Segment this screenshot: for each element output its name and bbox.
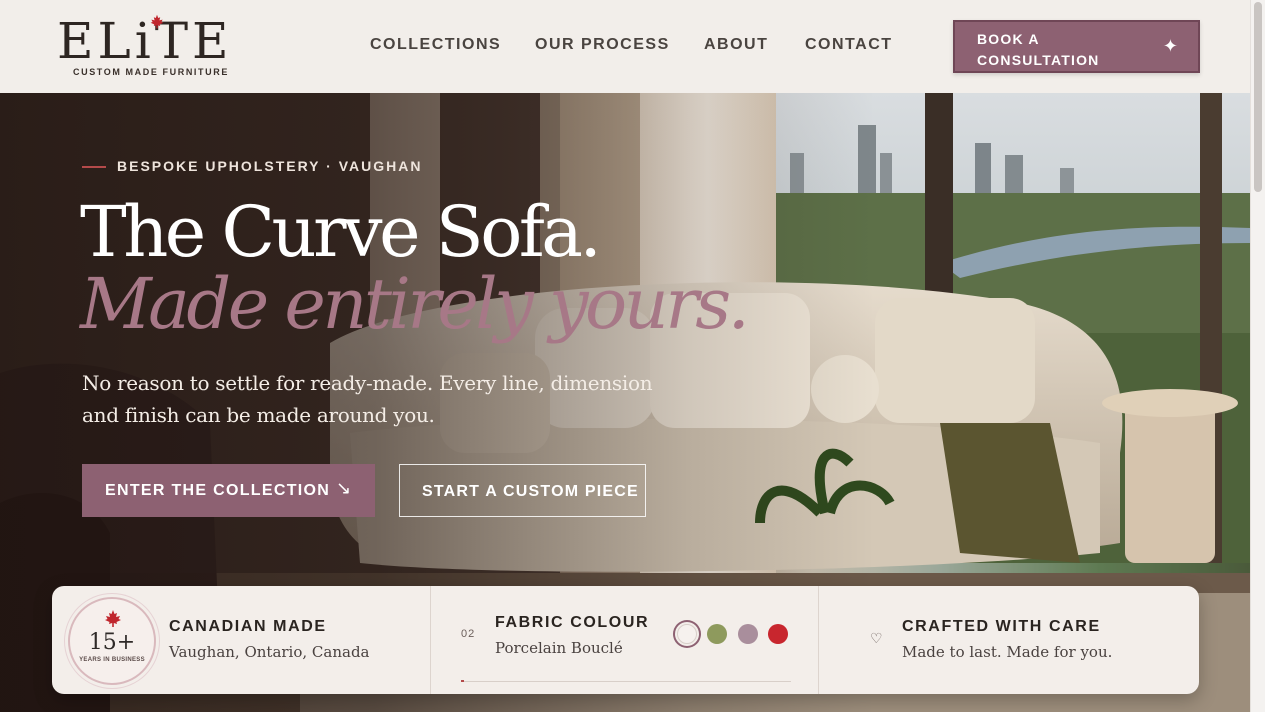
swatch-red[interactable]	[768, 624, 788, 644]
maple-leaf-icon	[105, 610, 121, 627]
start-custom-piece-button[interactable]: START A CUSTOM PIECE	[399, 464, 646, 517]
hero-title-accent: Made entirely yours.	[80, 263, 750, 345]
arrow-down-right-icon: ↘	[336, 478, 352, 498]
logo[interactable]: ELiTE CUSTOM MADE FURNITURE	[57, 14, 262, 78]
enter-collection-label: ENTER THE COLLECTION	[105, 482, 331, 499]
hero-lead: No reason to settle for ready-made. Ever…	[82, 371, 653, 427]
nav-about[interactable]: ABOUT	[704, 36, 768, 54]
crafted-care-title: CRAFTED WITH CARE	[902, 618, 1101, 635]
panel-divider	[818, 586, 819, 694]
maple-leaf-icon	[150, 14, 164, 29]
fabric-progress-track	[461, 680, 791, 682]
fabric-progress-fill	[461, 680, 465, 682]
fabric-index: 02	[461, 628, 476, 640]
badge-text: YEARS IN BUSINESS	[79, 657, 145, 663]
hero-eyebrow: BESPOKE UPHOLSTERY · VAUGHAN	[117, 158, 423, 174]
nav-contact[interactable]: CONTACT	[805, 36, 893, 54]
book-consultation-button[interactable]: BOOK A CONSULTATION ✦	[953, 20, 1200, 73]
site-header: ELiTE CUSTOM MADE FURNITURE COLLECTIONS …	[0, 0, 1250, 93]
swatch-porcelain[interactable]	[677, 624, 697, 644]
scrollbar-thumb[interactable]	[1254, 2, 1262, 192]
fabric-colour-title: FABRIC COLOUR	[495, 614, 650, 631]
canadian-made-location: Vaughan, Ontario, Canada	[169, 643, 370, 661]
panel-divider	[430, 586, 431, 694]
eyebrow-rule	[82, 166, 106, 168]
page-scrollbar[interactable]	[1250, 0, 1265, 712]
logo-wordmark: ELiTE	[57, 12, 233, 70]
years-badge: 15+ YEARS IN BUSINESS	[68, 597, 156, 685]
fabric-colour-name: Porcelain Bouclé	[495, 639, 623, 657]
sparkle-icon: ✦	[1162, 36, 1178, 56]
nav-our-process[interactable]: OUR PROCESS	[535, 36, 670, 54]
info-panel: 15+ YEARS IN BUSINESS CANADIAN MADE Vaug…	[52, 586, 1199, 694]
swatch-olive[interactable]	[707, 624, 727, 644]
canadian-made-title: CANADIAN MADE	[169, 618, 327, 635]
hero-title: The Curve Sofa.	[80, 191, 602, 273]
crafted-care-sub: Made to last. Made for you.	[902, 643, 1113, 661]
enter-collection-button[interactable]: ENTER THE COLLECTION ↘	[82, 464, 375, 517]
nav-collections[interactable]: COLLECTIONS	[370, 36, 501, 54]
logo-tagline: CUSTOM MADE FURNITURE	[73, 67, 229, 77]
badge-number: 15+	[88, 630, 136, 655]
book-consultation-label: BOOK A CONSULTATION	[977, 31, 1100, 68]
heart-icon: ♡	[870, 630, 883, 646]
start-custom-piece-label: START A CUSTOM PIECE	[422, 483, 639, 500]
swatch-mauve[interactable]	[738, 624, 758, 644]
